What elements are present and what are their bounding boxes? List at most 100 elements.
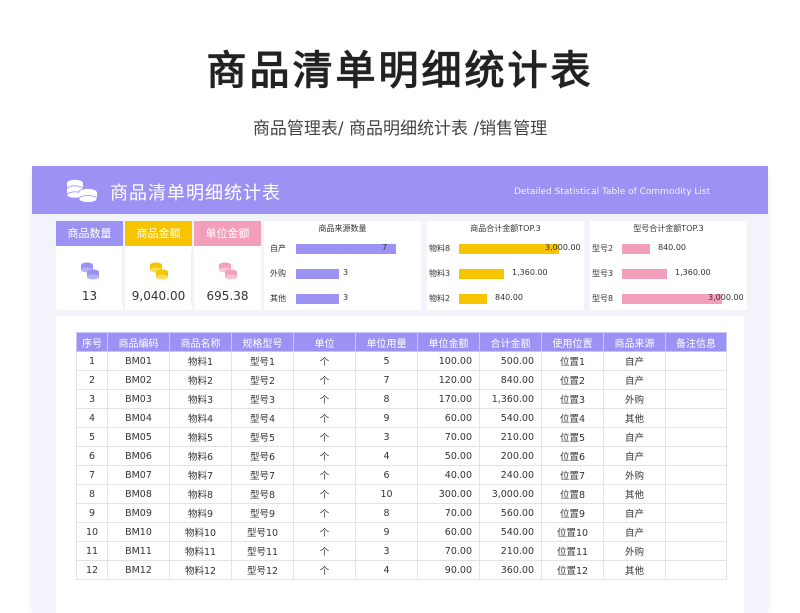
table-cell[interactable]: 70.00 <box>417 503 480 523</box>
table-cell[interactable] <box>665 522 727 542</box>
table-cell[interactable]: 个 <box>293 503 356 523</box>
table-cell[interactable]: 个 <box>293 522 356 542</box>
table-cell[interactable]: 5 <box>76 427 108 447</box>
table-cell[interactable]: 5 <box>355 351 418 371</box>
table-cell[interactable]: BM10 <box>107 522 170 542</box>
table-cell[interactable]: 物料2 <box>169 370 232 390</box>
table-cell[interactable]: 3,000.00 <box>479 484 542 504</box>
table-cell[interactable]: 型号8 <box>231 484 294 504</box>
column-header[interactable]: 备注信息 <box>665 332 727 352</box>
table-row[interactable]: 9 BM09 物料9 型号9 个 8 70.00 560.00 位置9 自产 <box>76 503 727 523</box>
table-cell[interactable]: 其他 <box>603 408 666 428</box>
table-cell[interactable]: 位置6 <box>541 446 604 466</box>
table-cell[interactable]: BM06 <box>107 446 170 466</box>
table-cell[interactable]: 外购 <box>603 541 666 561</box>
table-cell[interactable]: 位置3 <box>541 389 604 409</box>
table-cell[interactable]: 2 <box>76 370 108 390</box>
table-row[interactable]: 7 BM07 物料7 型号7 个 6 40.00 240.00 位置7 外购 <box>76 465 727 485</box>
table-cell[interactable]: 位置12 <box>541 560 604 580</box>
table-cell[interactable]: 自产 <box>603 503 666 523</box>
table-cell[interactable]: 个 <box>293 541 356 561</box>
column-header[interactable]: 商品编码 <box>107 332 170 352</box>
table-cell[interactable]: 4 <box>355 446 418 466</box>
table-cell[interactable]: 840.00 <box>479 370 542 390</box>
table-cell[interactable]: 型号3 <box>231 389 294 409</box>
table-cell[interactable]: 物料5 <box>169 427 232 447</box>
table-cell[interactable]: 自产 <box>603 522 666 542</box>
table-cell[interactable] <box>665 484 727 504</box>
table-cell[interactable]: 个 <box>293 370 356 390</box>
table-cell[interactable]: 10 <box>355 484 418 504</box>
table-cell[interactable]: 型号4 <box>231 408 294 428</box>
table-cell[interactable]: 个 <box>293 560 356 580</box>
table-cell[interactable]: 60.00 <box>417 408 480 428</box>
table-cell[interactable]: 8 <box>355 503 418 523</box>
table-cell[interactable]: 其他 <box>603 484 666 504</box>
table-cell[interactable] <box>665 351 727 371</box>
table-cell[interactable]: 70.00 <box>417 427 480 447</box>
table-cell[interactable]: 物料9 <box>169 503 232 523</box>
table-cell[interactable]: 自产 <box>603 427 666 447</box>
table-cell[interactable]: 位置1 <box>541 351 604 371</box>
table-cell[interactable]: 位置11 <box>541 541 604 561</box>
table-cell[interactable]: 型号6 <box>231 446 294 466</box>
table-cell[interactable]: 8 <box>76 484 108 504</box>
table-cell[interactable]: 7 <box>76 465 108 485</box>
table-cell[interactable]: 540.00 <box>479 522 542 542</box>
table-cell[interactable]: BM01 <box>107 351 170 371</box>
table-cell[interactable]: 个 <box>293 484 356 504</box>
table-cell[interactable]: BM02 <box>107 370 170 390</box>
table-cell[interactable]: 个 <box>293 408 356 428</box>
table-cell[interactable]: 型号2 <box>231 370 294 390</box>
table-cell[interactable]: 1,360.00 <box>479 389 542 409</box>
table-cell[interactable]: 物料7 <box>169 465 232 485</box>
table-cell[interactable] <box>665 389 727 409</box>
table-cell[interactable]: 11 <box>76 541 108 561</box>
table-cell[interactable]: 540.00 <box>479 408 542 428</box>
table-cell[interactable]: 个 <box>293 465 356 485</box>
table-cell[interactable]: 自产 <box>603 370 666 390</box>
table-cell[interactable]: 60.00 <box>417 522 480 542</box>
table-row[interactable]: 6 BM06 物料6 型号6 个 4 50.00 200.00 位置6 自产 <box>76 446 727 466</box>
column-header[interactable]: 商品名称 <box>169 332 232 352</box>
table-cell[interactable]: 位置7 <box>541 465 604 485</box>
table-cell[interactable] <box>665 427 727 447</box>
table-cell[interactable]: 物料8 <box>169 484 232 504</box>
table-cell[interactable] <box>665 446 727 466</box>
table-cell[interactable]: 物料6 <box>169 446 232 466</box>
table-cell[interactable] <box>665 408 727 428</box>
column-header[interactable]: 合计金额 <box>479 332 542 352</box>
table-cell[interactable]: 3 <box>76 389 108 409</box>
table-cell[interactable]: 6 <box>76 446 108 466</box>
table-cell[interactable]: 物料3 <box>169 389 232 409</box>
table-cell[interactable]: 型号12 <box>231 560 294 580</box>
table-cell[interactable]: 型号1 <box>231 351 294 371</box>
table-row[interactable]: 12 BM12 物料12 型号12 个 4 90.00 360.00 位置12 其他 <box>76 560 727 580</box>
table-cell[interactable]: 个 <box>293 427 356 447</box>
table-cell[interactable]: 200.00 <box>479 446 542 466</box>
table-cell[interactable]: 3 <box>355 541 418 561</box>
table-cell[interactable]: 物料4 <box>169 408 232 428</box>
table-cell[interactable]: 位置9 <box>541 503 604 523</box>
table-cell[interactable]: 物料10 <box>169 522 232 542</box>
table-row[interactable]: 10 BM10 物料10 型号10 个 9 60.00 540.00 位置10 自产 <box>76 522 727 542</box>
table-cell[interactable]: BM03 <box>107 389 170 409</box>
table-cell[interactable]: BM11 <box>107 541 170 561</box>
table-cell[interactable]: 自产 <box>603 446 666 466</box>
table-cell[interactable]: 物料1 <box>169 351 232 371</box>
table-row[interactable]: 3 BM03 物料3 型号3 个 8 170.00 1,360.00 位置3 外购 <box>76 389 727 409</box>
table-cell[interactable]: 3 <box>355 427 418 447</box>
table-cell[interactable]: 位置10 <box>541 522 604 542</box>
table-cell[interactable]: 9 <box>355 408 418 428</box>
table-cell[interactable]: 个 <box>293 389 356 409</box>
column-header[interactable]: 单位 <box>293 332 356 352</box>
column-header[interactable]: 使用位置 <box>541 332 604 352</box>
table-cell[interactable]: 物料11 <box>169 541 232 561</box>
table-cell[interactable]: 360.00 <box>479 560 542 580</box>
table-cell[interactable]: 型号5 <box>231 427 294 447</box>
table-cell[interactable] <box>665 541 727 561</box>
table-row[interactable]: 4 BM04 物料4 型号4 个 9 60.00 540.00 位置4 其他 <box>76 408 727 428</box>
table-cell[interactable]: 位置8 <box>541 484 604 504</box>
table-row[interactable]: 5 BM05 物料5 型号5 个 3 70.00 210.00 位置5 自产 <box>76 427 727 447</box>
table-cell[interactable]: 9 <box>76 503 108 523</box>
